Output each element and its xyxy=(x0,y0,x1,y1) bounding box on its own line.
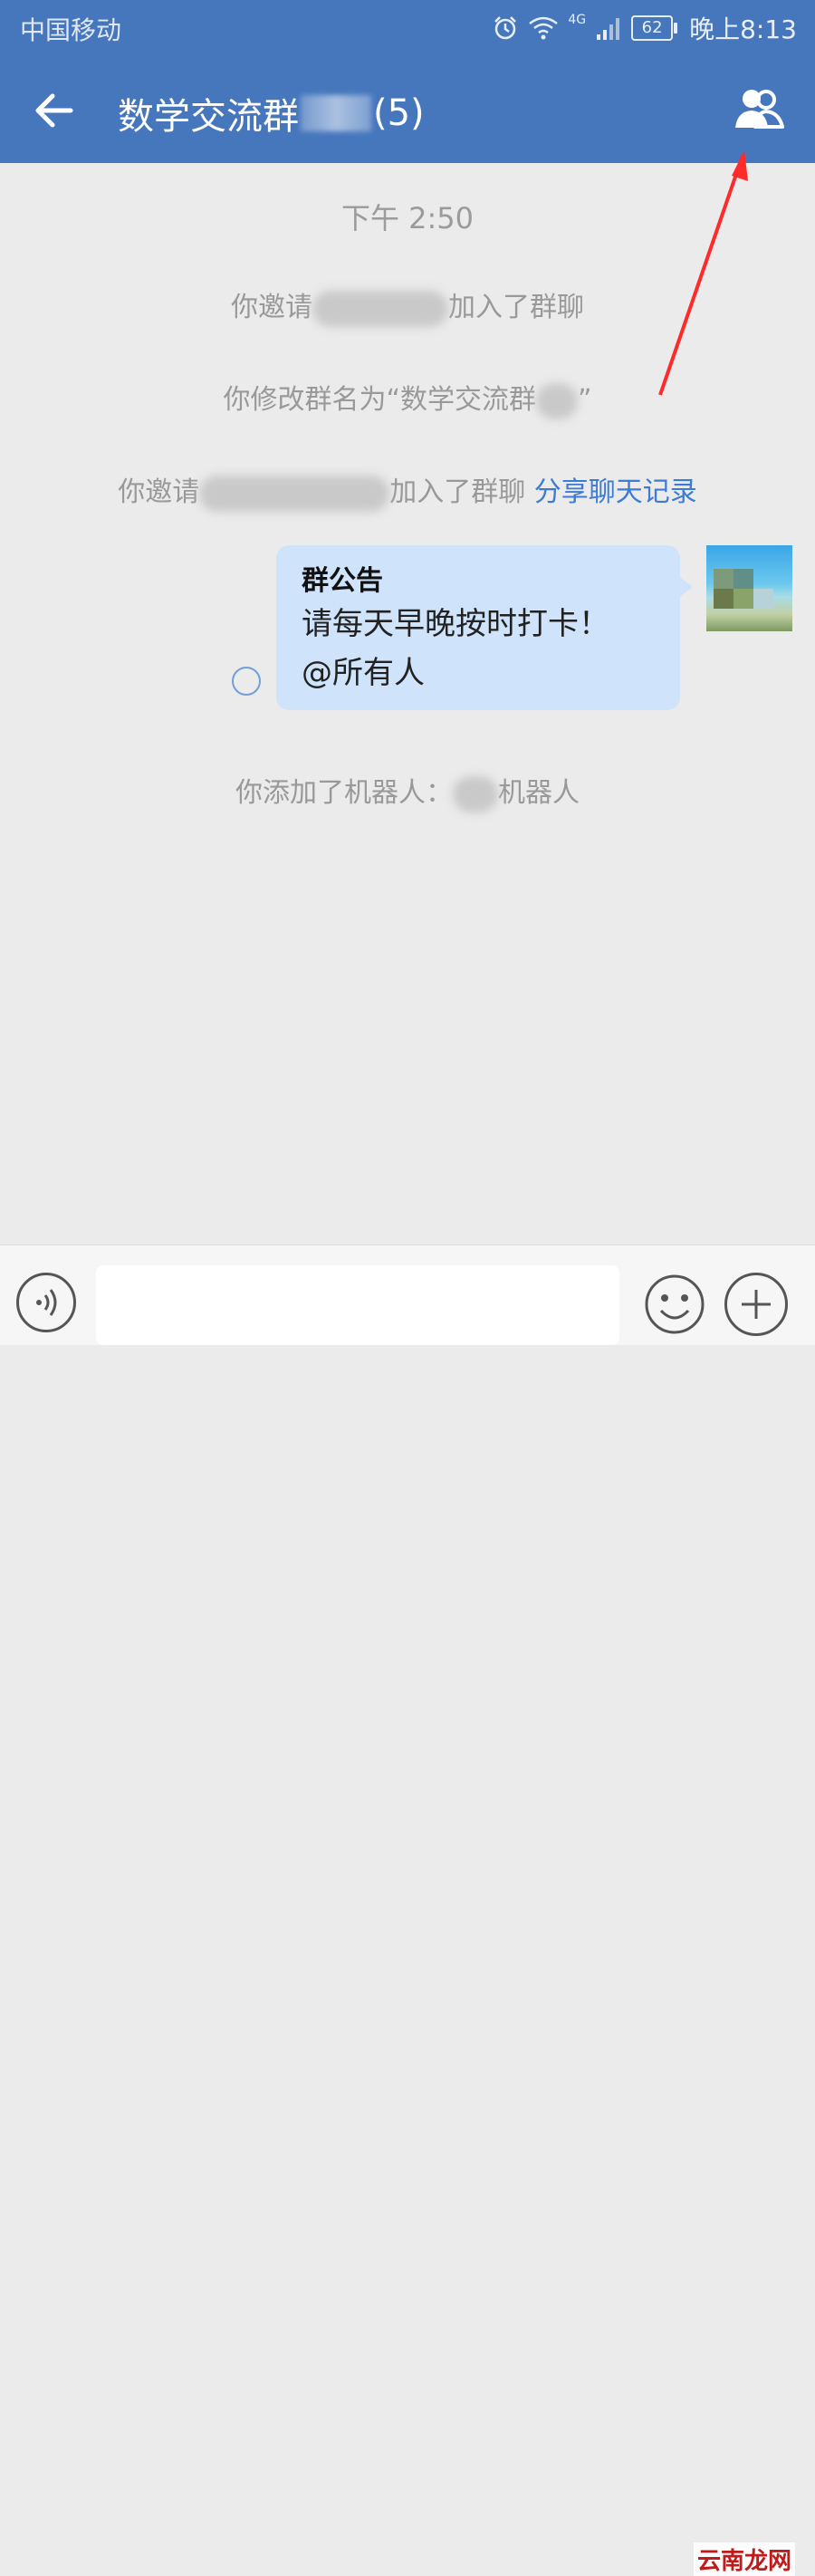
message-timestamp: 下午 2:50 xyxy=(340,201,475,235)
chat-title: 数学交流群 (5) xyxy=(118,87,425,139)
redacted-name xyxy=(312,290,448,327)
alarm-icon xyxy=(494,16,517,40)
group-members-button[interactable] xyxy=(728,83,791,138)
system-message-text: 你邀请 xyxy=(231,292,312,323)
status-time: 晚上8:13 xyxy=(689,14,797,44)
member-count: (5) xyxy=(373,92,425,134)
signal-icon xyxy=(597,18,620,40)
system-message-text: 机器人 xyxy=(498,777,580,809)
redacted-name xyxy=(453,775,498,812)
redacted-name xyxy=(199,475,390,512)
system-message-invite: 你邀请 加入了群聊 xyxy=(0,284,815,327)
voice-input-button[interactable] xyxy=(16,1273,76,1332)
network-type-label: 4G xyxy=(568,13,587,27)
redacted-group-suffix xyxy=(536,382,578,419)
avatar[interactable] xyxy=(706,545,792,631)
back-button[interactable] xyxy=(27,83,82,138)
system-message-invite: 你邀请 加入了群聊 分享聊天记录 xyxy=(0,469,815,512)
share-chat-history-link[interactable]: 分享聊天记录 xyxy=(534,476,697,508)
input-bar: 云南龙网 xyxy=(0,1245,815,2576)
system-message-text: 你邀请 xyxy=(118,476,200,508)
plus-icon xyxy=(742,1290,771,1319)
system-message-text: 你修改群名为“数学交流群 xyxy=(223,384,536,416)
wifi-icon xyxy=(529,16,559,40)
system-message-rename: 你修改群名为“数学交流群 ” xyxy=(0,377,815,419)
message-input[interactable] xyxy=(96,1265,619,1345)
avatar-pixel xyxy=(753,589,773,609)
avatar-pixel xyxy=(734,569,753,589)
system-message-text: ” xyxy=(578,384,592,416)
system-message-text: 加入了群聊 xyxy=(389,476,526,508)
announcement-text: 请每天早晚按时打卡！ xyxy=(302,606,609,642)
message-select-checkbox[interactable] xyxy=(232,667,261,696)
system-message-robot: 你添加了机器人： 机器人 xyxy=(0,770,815,812)
carrier-label: 中国移动 xyxy=(20,15,122,45)
status-bar: 中国移动 4G 62 晚上8:13 xyxy=(0,0,815,56)
battery-icon: 62 xyxy=(631,15,678,41)
emoji-button[interactable] xyxy=(643,1273,706,1336)
system-message-text: 你添加了机器人： xyxy=(235,777,453,809)
chat-area[interactable]: 下午 2:50 你邀请 加入了群聊 你修改群名为“数学交流群” 你邀请 加入了群聊 … xyxy=(0,163,815,1245)
voice-icon xyxy=(36,1289,57,1316)
emoji-icon xyxy=(645,1274,705,1334)
announcement-mention: @所有人 xyxy=(302,655,425,691)
group-members-icon xyxy=(735,90,784,129)
announcement-title: 群公告 xyxy=(302,565,383,597)
status-icons: 4G 62 晚上8:13 xyxy=(492,9,797,47)
system-message-text: 加入了群聊 xyxy=(448,292,584,323)
back-arrow-icon xyxy=(35,93,73,128)
avatar-pixel xyxy=(714,589,734,609)
more-button[interactable] xyxy=(724,1273,788,1336)
avatar-pixel xyxy=(734,589,753,609)
watermark-logo: 云南龙网 xyxy=(694,2542,796,2576)
avatar-pixel xyxy=(714,569,734,589)
announcement-bubble[interactable]: 群公告 请每天早晚按时打卡！ @所有人 xyxy=(276,545,693,710)
group-name: 数学交流群 xyxy=(118,96,299,138)
redacted-group-suffix xyxy=(301,95,371,131)
chat-header: 中国移动 4G 62 晚上8:13 数学交流群 (5) xyxy=(0,0,815,163)
